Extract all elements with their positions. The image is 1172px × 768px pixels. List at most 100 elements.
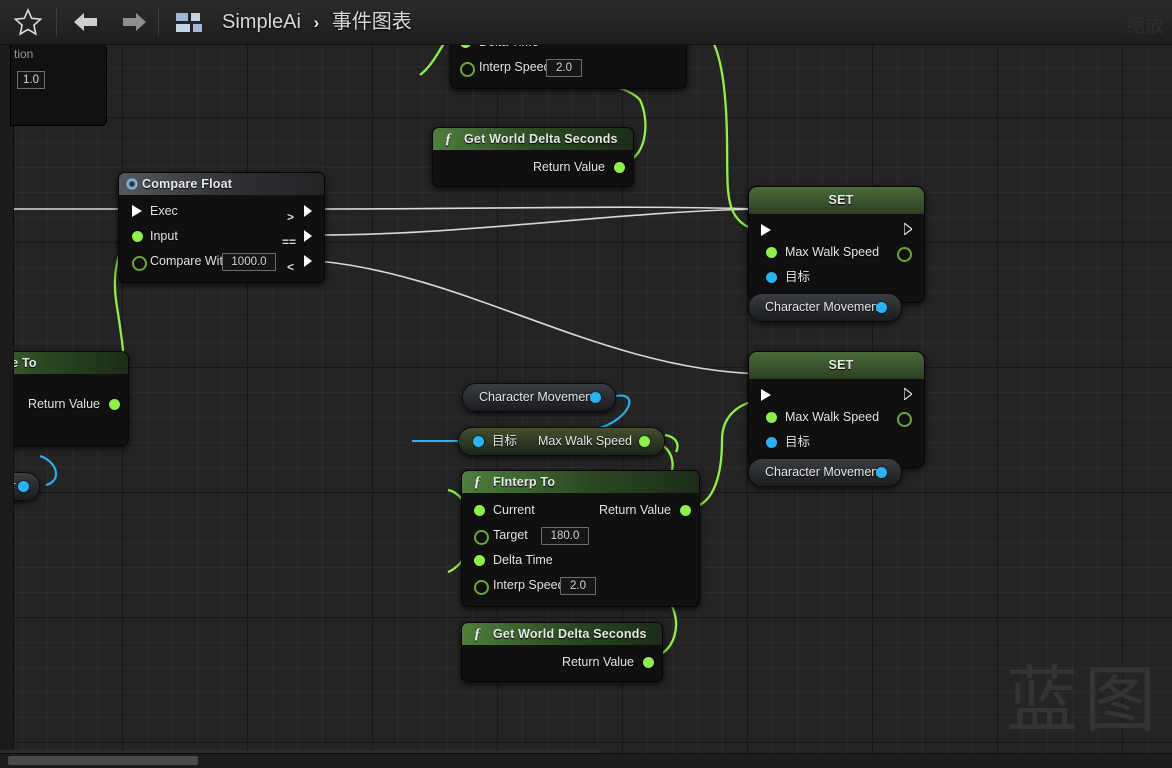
max-walk-speed-pin-icon[interactable]: [766, 412, 777, 423]
node-character-movement-middle[interactable]: Character Movement: [462, 383, 616, 412]
pin-row-exec[interactable]: [749, 385, 924, 405]
pin-row-return-value[interactable]: Return Value: [462, 650, 662, 675]
function-icon: ƒ: [444, 131, 453, 147]
target-value-input[interactable]: 180.0: [541, 527, 589, 545]
interp-speed-pin-icon[interactable]: [474, 580, 489, 595]
node-set-max-walk-speed-bottom[interactable]: SET Max Walk Speed 目标: [748, 351, 925, 468]
target-pin-icon[interactable]: [766, 272, 777, 283]
target-pin-icon[interactable]: [766, 437, 777, 448]
node-body: Current Return Value Target 180.0 Delta …: [462, 493, 699, 606]
interp-speed-value-input[interactable]: 2.0: [560, 577, 596, 595]
target-label: 目标: [492, 434, 518, 448]
max-walk-speed-out-pin-icon[interactable]: [639, 436, 650, 447]
compare-with-value-input[interactable]: 1000.0: [222, 253, 276, 271]
character-movement-out-pin-icon[interactable]: [590, 392, 601, 403]
max-walk-speed-pin-icon[interactable]: [766, 247, 777, 258]
pin-row-interp-speed[interactable]: Interp Speed 2.0: [451, 55, 686, 80]
character-out-pin-icon[interactable]: [18, 481, 29, 492]
capsule-label: Character Movement: [765, 465, 882, 479]
left-clipped-node[interactable]: tion 1.0: [10, 44, 107, 126]
return-value-pin-icon[interactable]: [643, 657, 654, 668]
exec-out-pin-less-icon[interactable]: [304, 255, 312, 267]
forward-arrow-icon: [123, 13, 146, 31]
node-header: SET: [749, 187, 924, 214]
exec-out-pin-equal-icon[interactable]: [304, 230, 312, 242]
pin-row-input[interactable]: Input ==: [119, 224, 324, 249]
forward-button[interactable]: [118, 6, 150, 38]
pin-row-target[interactable]: Target 180.0: [462, 523, 699, 548]
capsule-label: Character Movement: [479, 390, 596, 404]
pin-label: Current: [493, 503, 535, 517]
compare-with-pin-icon[interactable]: [132, 256, 147, 271]
return-value-pin-icon[interactable]: [614, 162, 625, 173]
target-pin-icon[interactable]: [474, 530, 489, 545]
node-title: Get World Delta Seconds: [493, 627, 647, 641]
pin-row-target[interactable]: 目标: [749, 430, 924, 455]
delta-time-pin-icon[interactable]: [474, 555, 485, 566]
node-body: Max Walk Speed 目标: [749, 379, 924, 467]
node-distance-to-clipped[interactable]: ce To Return Value: [0, 351, 129, 446]
character-movement-out-pin-icon[interactable]: [876, 467, 887, 478]
pin-row-return-value[interactable]: Return Value: [0, 392, 128, 417]
node-character-movement-bottom[interactable]: Character Movement: [748, 458, 902, 487]
pin-row-interp-speed[interactable]: Interp Speed 2.0: [462, 573, 699, 598]
back-button[interactable]: [70, 6, 102, 38]
node-title: Compare Float: [142, 177, 233, 191]
pin-row-exec[interactable]: [749, 220, 924, 240]
character-movement-out-pin-icon[interactable]: [876, 302, 887, 313]
input-pin-icon[interactable]: [132, 231, 143, 242]
node-header: ƒ Get World Delta Seconds: [433, 128, 633, 150]
exec-in-pin-icon[interactable]: [761, 224, 771, 236]
interp-speed-value-input[interactable]: 2.0: [546, 59, 582, 77]
node-body: Max Walk Speed 目标: [749, 214, 924, 302]
breadcrumb-root[interactable]: SimpleAi: [222, 11, 301, 33]
pin-row-compare-with[interactable]: Compare With 1000.0 <: [119, 249, 324, 274]
node-title: SET: [828, 358, 854, 372]
favorite-button[interactable]: [12, 6, 44, 38]
max-walk-speed-out-pin-icon[interactable]: [897, 412, 912, 427]
pin-label: Target: [493, 528, 528, 542]
node-finterp-to-bottom[interactable]: ƒ FInterp To Current Return Value Target…: [461, 470, 700, 607]
interp-speed-pin-icon[interactable]: [460, 62, 475, 77]
exec-out-pin-greater-icon[interactable]: [304, 205, 312, 217]
max-walk-speed-out-pin-icon[interactable]: [897, 247, 912, 262]
exec-out-pin-icon[interactable]: [904, 388, 912, 400]
target-pin-icon[interactable]: [473, 436, 484, 447]
pin-row-max-walk-speed[interactable]: Max Walk Speed: [749, 240, 924, 265]
graph-toolbar: SimpleAi › 事件图表 缩放: [0, 0, 1172, 45]
exec-in-pin-icon[interactable]: [132, 205, 142, 217]
left-clipped-value-input[interactable]: 1.0: [17, 71, 45, 89]
node-get-max-walk-speed[interactable]: 目标 Max Walk Speed: [458, 427, 665, 456]
return-value-label: Return Value: [598, 503, 671, 517]
pin-label: Interp Speed: [493, 578, 565, 592]
node-get-world-delta-seconds-top[interactable]: ƒ Get World Delta Seconds Return Value: [432, 127, 634, 187]
node-set-max-walk-speed-top[interactable]: SET Max Walk Speed 目标: [748, 186, 925, 303]
pin-row-delta-time[interactable]: Delta Time: [462, 548, 699, 573]
return-value-label: Return Value: [532, 160, 605, 174]
return-value-pin-icon[interactable]: [680, 505, 691, 516]
pin-row-target[interactable]: 目标: [749, 265, 924, 290]
function-icon: ƒ: [473, 626, 482, 642]
pin-row-exec[interactable]: Exec >: [119, 199, 324, 224]
breadcrumb-current[interactable]: 事件图表: [332, 11, 412, 33]
exec-out-pin-icon[interactable]: [904, 223, 912, 235]
pin-label: Max Walk Speed: [785, 245, 880, 259]
exec-in-pin-icon[interactable]: [761, 389, 771, 401]
capsule-label: Character Movement: [765, 300, 882, 314]
node-body: Return Value: [433, 150, 633, 186]
pin-row-return-value[interactable]: Return Value: [433, 155, 633, 180]
pin-label: Compare With: [150, 254, 230, 268]
scrollbar-thumb[interactable]: [8, 756, 198, 765]
return-value-label: Return Value: [561, 655, 634, 669]
return-value-pin-icon[interactable]: [109, 399, 120, 410]
node-character-movement-top[interactable]: Character Movement: [748, 293, 902, 322]
pin-row-current[interactable]: Current Return Value: [462, 498, 699, 523]
pin-row-max-walk-speed[interactable]: Max Walk Speed: [749, 405, 924, 430]
node-title: FInterp To: [493, 475, 556, 489]
node-compare-float[interactable]: Compare Float Exec > Input == Compare Wi…: [118, 172, 325, 283]
horizontal-scrollbar[interactable]: [0, 753, 1172, 768]
node-get-world-delta-seconds-bottom[interactable]: ƒ Get World Delta Seconds Return Value: [461, 622, 663, 682]
current-pin-icon[interactable]: [474, 505, 485, 516]
breadcrumb: SimpleAi › 事件图表: [222, 8, 412, 36]
toolbar-separator: [56, 8, 57, 36]
